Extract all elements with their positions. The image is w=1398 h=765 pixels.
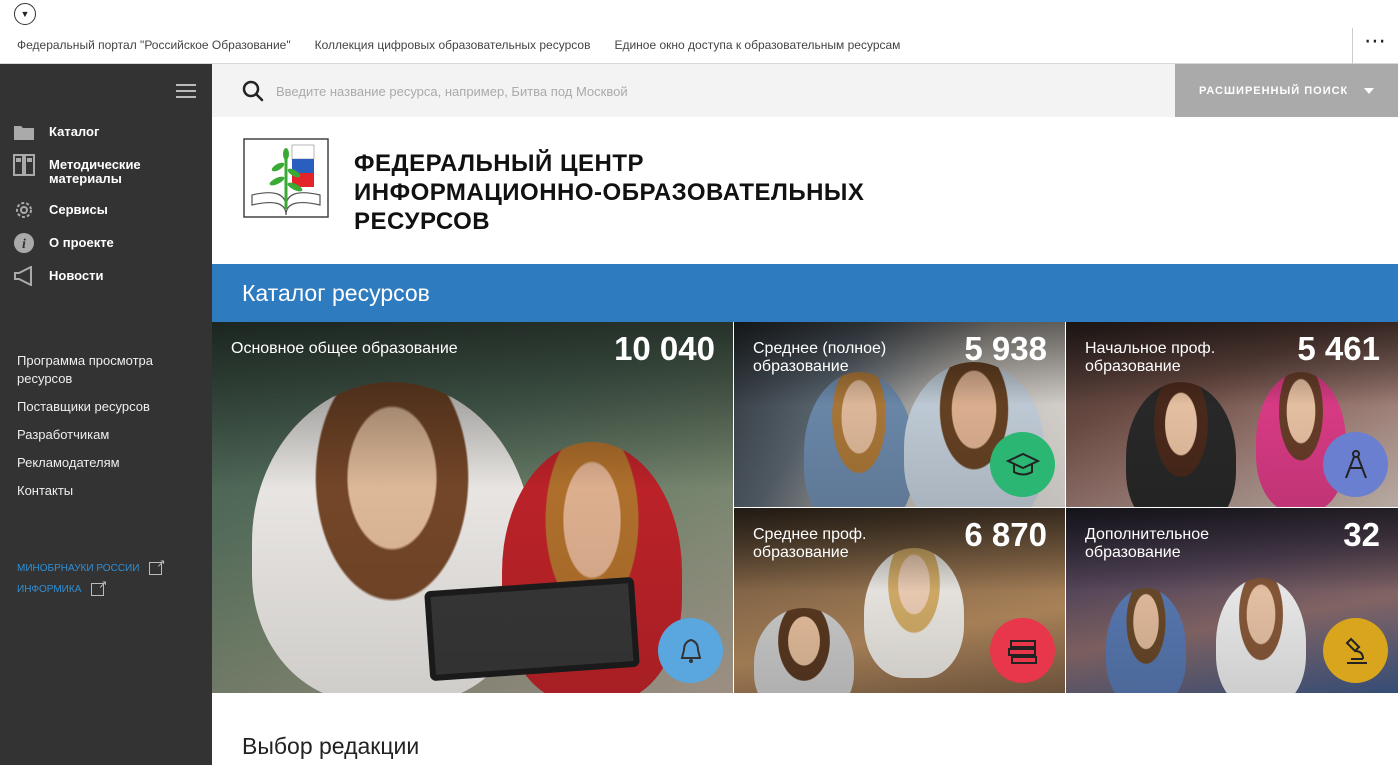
top-bar: ▼ Федеральный портал "Российское Образов… [0,0,1398,64]
external-link-icon [91,578,107,596]
tile-shade [212,322,733,693]
catalog-tile-additional[interactable]: Дополнительное образование 32 [1066,508,1398,693]
sidebar-item-label: Методические материалы [49,157,141,186]
sidebar-item-label: О проекте [49,235,114,250]
sidebar-link-providers[interactable]: Поставщики ресурсов [17,398,197,416]
info-icon: i [13,233,35,253]
search-icon[interactable] [242,80,264,102]
site-header: ФЕДЕРАЛЬНЫЙ ЦЕНТР ИНФОРМАЦИОННО-ОБРАЗОВА… [212,117,1398,264]
external-link-minobrnauki[interactable]: МИНОБРНАУКИ РОССИИ [17,557,165,575]
gear-icon [13,200,35,220]
tile-count: 10 040 [614,330,715,367]
site-title-line: ИНФОРМАЦИОННО-ОБРАЗОВАТЕЛЬНЫХ [354,179,865,206]
binders-icon [13,154,35,176]
search-bar: РАСШИРЕННЫЙ ПОИСК [212,64,1398,117]
external-link-icon [149,557,165,575]
catalog-section-title: Каталог ресурсов [212,264,1398,322]
top-link-digital-collection[interactable]: Коллекция цифровых образовательных ресур… [315,38,591,52]
sidebar-item-catalog[interactable]: Каталог [13,122,169,142]
sidebar-link-developers[interactable]: Разработчикам [17,426,197,444]
external-link-label: МИНОБРНАУКИ РОССИИ [17,563,140,574]
catalog-tile-initial-prof[interactable]: Начальное проф. образование 5 461 [1066,322,1398,507]
search-input[interactable] [276,76,1136,106]
more-options-button[interactable]: ⋯ [1352,28,1398,64]
catalog-tile-secondary-prof[interactable]: Среднее проф. образование 6 870 [734,508,1065,693]
tile-title: Начальное проф. образование [1085,340,1216,375]
site-title: ФЕДЕРАЛЬНЫЙ ЦЕНТР ИНФОРМАЦИОННО-ОБРАЗОВА… [354,149,864,236]
bell-icon[interactable] [658,618,723,683]
sidebar-link-contacts[interactable]: Контакты [17,482,197,500]
site-title-line: РЕСУРСОВ [354,208,491,235]
advanced-search-button[interactable]: РАСШИРЕННЫЙ ПОИСК [1175,64,1398,117]
tile-title: Среднее (полное) образование [753,340,887,375]
tile-count: 5 461 [1297,330,1380,367]
sidebar-item-label: Новости [49,268,104,283]
top-link-edu-portal[interactable]: Федеральный портал "Российское Образован… [17,38,291,52]
advanced-search-label: РАСШИРЕННЫЙ ПОИСК [1199,84,1349,97]
sidebar-link-viewer[interactable]: Программа просмотра ресурсов [17,352,197,388]
tile-title: Среднее проф. образование [753,526,867,561]
sidebar-link-advertisers[interactable]: Рекламодателям [17,454,197,472]
books-icon[interactable] [990,618,1055,683]
tile-count: 32 [1343,516,1380,553]
catalog-tile-basic-general[interactable]: Основное общее образование 10 040 [212,322,733,693]
tile-title: Основное общее образование [231,340,458,357]
svg-text:i: i [22,237,26,252]
external-link-informika[interactable]: ИНФОРМИКА [17,578,107,596]
compass-icon[interactable] [1323,432,1388,497]
tile-count: 6 870 [964,516,1047,553]
sidebar: Каталог Методические материалы Сервисы i… [0,64,212,765]
editors-choice-heading: Выбор редакции [242,733,420,759]
sidebar-item-label: Каталог [49,124,100,139]
graduation-cap-icon[interactable] [990,432,1055,497]
chevron-down-circle-icon[interactable]: ▼ [14,3,36,25]
emblem-logo[interactable] [242,137,330,219]
hamburger-menu-icon[interactable] [176,84,196,102]
megaphone-icon [13,266,35,286]
sidebar-item-about[interactable]: i О проекте [13,233,169,253]
sidebar-item-news[interactable]: Новости [13,266,169,286]
tile-count: 5 938 [964,330,1047,367]
caret-down-icon [1364,87,1375,94]
sidebar-item-services[interactable]: Сервисы [13,200,169,220]
tile-title: Дополнительное образование [1085,526,1210,561]
catalog-tile-secondary-full[interactable]: Среднее (полное) образование 5 938 [734,322,1065,507]
microscope-icon[interactable] [1323,618,1388,683]
folder-icon [13,122,35,142]
sidebar-item-methodical[interactable]: Методические материалы [13,154,169,186]
sidebar-item-label: Сервисы [49,202,108,217]
site-title-line: ФЕДЕРАЛЬНЫЙ ЦЕНТР [354,150,644,177]
top-links: Федеральный портал "Российское Образован… [17,38,900,52]
top-link-single-window[interactable]: Единое окно доступа к образовательным ре… [614,38,900,52]
external-link-label: ИНФОРМИКА [17,584,82,595]
